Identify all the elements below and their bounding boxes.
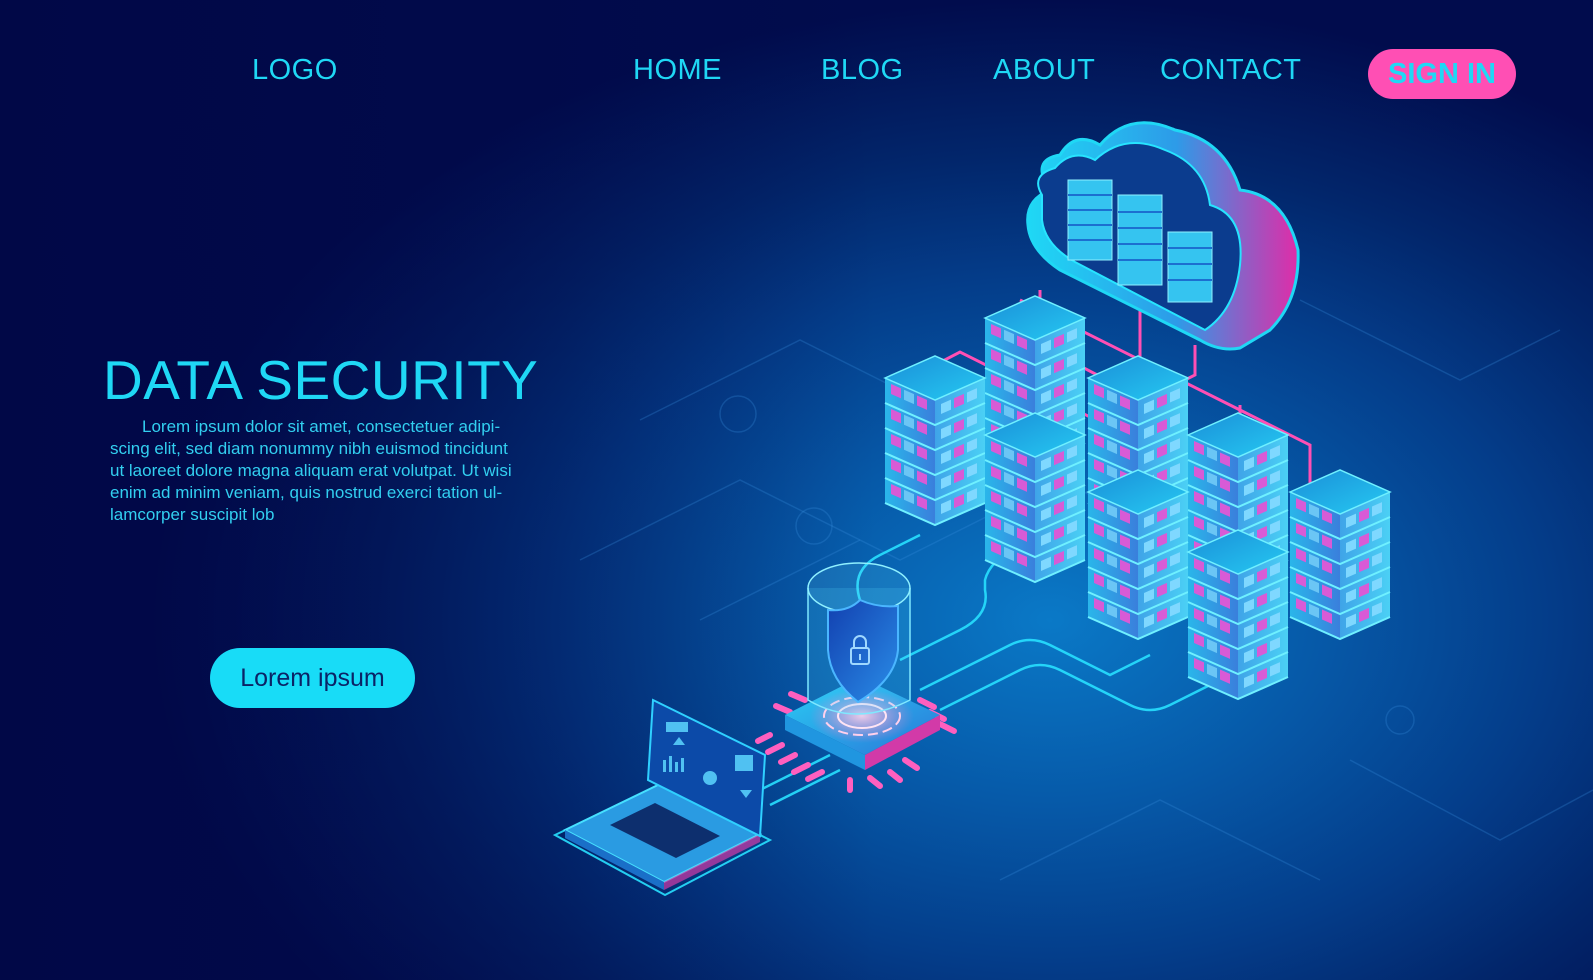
nav-home[interactable]: HOME [633,54,722,87]
shield-lock-cylinder [807,562,911,715]
server-rack [883,355,987,527]
nav-contact[interactable]: CONTACT [1160,54,1302,87]
server-rack-grid [883,295,1392,701]
logo[interactable]: LOGO [252,54,338,87]
nav-blog[interactable]: BLOG [821,54,904,87]
hero-description: Lorem ipsum dolor sit amet, consectetuer… [110,417,512,524]
server-rack [1288,469,1392,641]
laptop [562,698,767,890]
server-rack [1086,469,1190,641]
server-rack [1186,529,1290,701]
sign-in-button[interactable]: SIGN IN [1368,49,1516,99]
nav-about[interactable]: ABOUT [993,54,1095,87]
server-rack [983,412,1087,584]
page-title: DATA SECURITY [103,349,539,411]
cta-button[interactable]: Lorem ipsum [210,648,415,708]
